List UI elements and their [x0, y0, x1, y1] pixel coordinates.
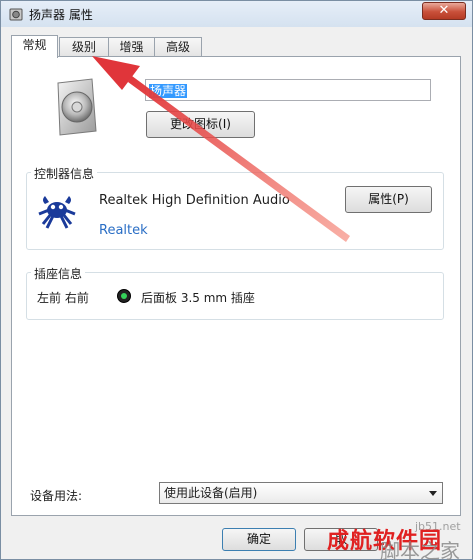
tab-levels[interactable]: 级别: [59, 37, 109, 57]
controller-vendor-link[interactable]: Realtek: [99, 223, 148, 238]
watermark-site: 脚本之家: [380, 539, 460, 560]
tab-advanced[interactable]: 高级: [154, 37, 202, 57]
ok-button[interactable]: 确定: [222, 528, 296, 551]
jack-info-title: 插座信息: [31, 265, 86, 282]
device-name-value: 扬声器: [149, 84, 188, 98]
jack-indicator-icon: [117, 289, 131, 303]
speaker-icon: [57, 78, 97, 136]
speaker-app-icon: [9, 8, 23, 21]
device-usage-select[interactable]: 使用此设备(启用): [159, 482, 443, 504]
window-title: 扬声器 属性: [29, 8, 93, 22]
title-bar: 扬声器 属性 ✕: [1, 1, 472, 27]
controller-info-title: 控制器信息: [31, 165, 98, 182]
device-usage-value: 使用此设备(启用): [164, 486, 258, 500]
close-button[interactable]: ✕: [422, 2, 466, 20]
controller-info-group: 控制器信息 Realtek High Definition Audio Real…: [26, 165, 444, 250]
close-icon: ✕: [438, 3, 450, 18]
controller-properties-button[interactable]: 属性(P): [345, 186, 432, 213]
speaker-properties-dialog: 扬声器 属性 ✕ 常规 级别 增强 高级 扬声器 更改图标(I) 控制器信息 R…: [0, 0, 473, 560]
change-icon-button[interactable]: 更改图标(I): [146, 111, 255, 138]
device-name-input[interactable]: 扬声器: [145, 79, 431, 101]
tab-general[interactable]: 常规: [11, 35, 58, 58]
general-tab-panel: 扬声器 更改图标(I) 控制器信息 Realtek High Definitio…: [11, 56, 461, 516]
jack-info-group: 插座信息 左前 右前 后面板 3.5 mm 插座: [26, 265, 444, 320]
tab-enhancements[interactable]: 增强: [108, 37, 155, 57]
jack-location: 左前 右前: [37, 291, 89, 305]
controller-device-name: Realtek High Definition Audio: [99, 193, 290, 208]
jack-description: 后面板 3.5 mm 插座: [141, 291, 255, 305]
realtek-crab-icon: [38, 196, 76, 229]
dropdown-arrow-icon: [429, 491, 437, 496]
device-usage-label: 设备用法:: [30, 489, 83, 503]
